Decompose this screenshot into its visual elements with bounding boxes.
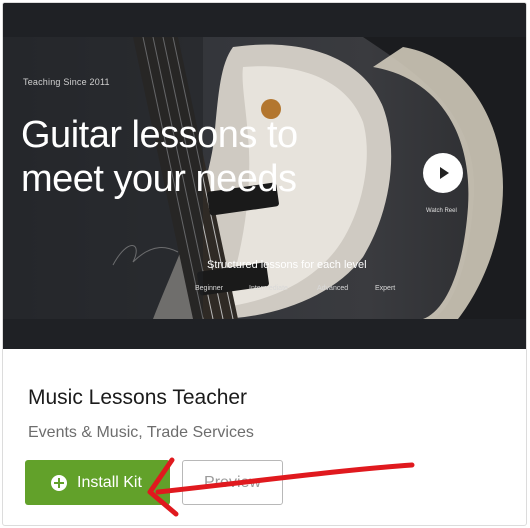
install-kit-label: Install Kit <box>77 473 142 491</box>
install-kit-button[interactable]: Install Kit <box>25 460 170 505</box>
preview-label: Preview <box>204 473 261 491</box>
hero-headline: Guitar lessons to meet your needs <box>21 114 298 200</box>
hero-tagline: Teaching Since 2011 <box>23 77 110 87</box>
kit-categories: Events & Music, Trade Services <box>28 424 254 441</box>
watch-reel-label: Watch Reel <box>426 208 457 214</box>
play-icon <box>440 167 449 179</box>
image-top-band <box>3 3 526 37</box>
watch-reel-play-button[interactable] <box>423 153 463 193</box>
level-item: Expert <box>375 285 396 292</box>
level-item: Beginner <box>195 285 224 292</box>
level-item: Advanced <box>317 285 349 292</box>
level-item: Intermediate <box>249 285 288 292</box>
template-kit-card: Teaching Since 2011 Guitar lessons to me… <box>2 2 527 526</box>
kit-title: Music Lessons Teacher <box>28 386 248 409</box>
preview-button[interactable]: Preview <box>182 460 283 505</box>
plus-circle-icon <box>51 474 67 491</box>
image-bottom-band <box>3 319 526 349</box>
kit-preview-image[interactable]: Teaching Since 2011 Guitar lessons to me… <box>3 3 526 349</box>
hero-subline: Structured lessons for each level <box>207 259 367 271</box>
